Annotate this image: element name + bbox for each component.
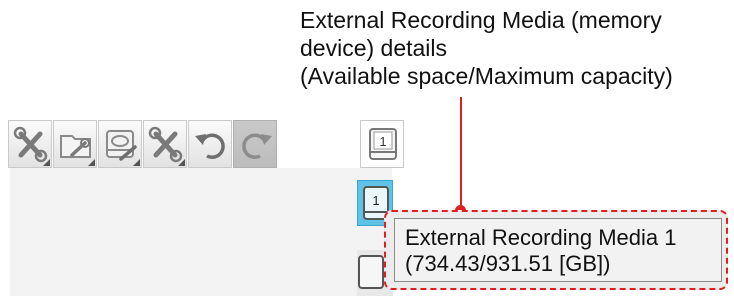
tools-button[interactable]	[8, 120, 52, 168]
undo-button[interactable]	[188, 120, 232, 168]
svg-text:1: 1	[372, 193, 379, 208]
recording-media-1-icon: 1	[369, 128, 397, 160]
submenu-indicator	[178, 159, 185, 166]
undo-icon	[195, 133, 225, 159]
tooltip-capacity: (734.43/931.51 [GB])	[405, 251, 611, 276]
redo-icon	[242, 133, 272, 159]
toolbar: 1	[8, 120, 408, 170]
annotation-line-3: (Available space/Maximum capacity)	[300, 63, 673, 89]
tooltip-title: External Recording Media 1	[405, 225, 677, 250]
annotation-line-2: device) details	[300, 35, 448, 61]
tooltip-text: External Recording Media 1 (734.43/931.5…	[405, 225, 676, 277]
submenu-indicator	[133, 159, 140, 166]
annotation-leader-line	[460, 97, 462, 210]
recording-media-button[interactable]: 1	[360, 120, 404, 168]
submenu-indicator	[88, 159, 95, 166]
annotation-callout: External Recording Media (memory device)…	[300, 6, 730, 90]
annotation-line-1: External Recording Media (memory	[300, 7, 662, 33]
disk-settings-button[interactable]	[98, 120, 142, 168]
redo-button[interactable]	[233, 120, 277, 168]
folder-settings-button[interactable]	[53, 120, 97, 168]
media-details-tooltip: External Recording Media 1 (734.43/931.5…	[384, 210, 728, 290]
svg-text:1: 1	[379, 134, 386, 149]
tooltip-body: External Recording Media 1 (734.43/931.5…	[394, 218, 722, 282]
tools-button-2[interactable]	[143, 120, 187, 168]
submenu-indicator	[43, 159, 50, 166]
toolbar-panel-background	[10, 168, 392, 296]
